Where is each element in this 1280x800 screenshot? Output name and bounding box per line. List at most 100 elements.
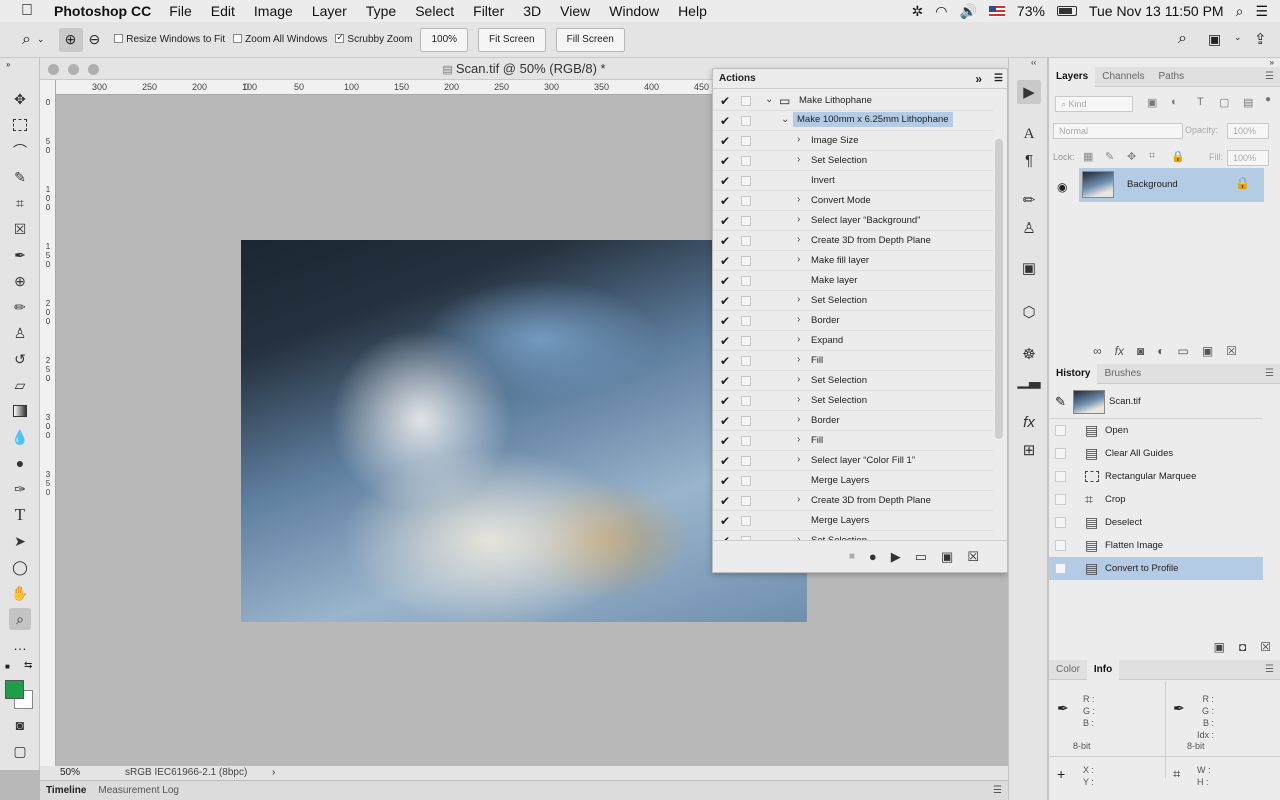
crop-tool-icon[interactable]: ⌗ — [9, 192, 31, 214]
volume-icon[interactable]: 🔊 — [959, 3, 976, 20]
tab-paths[interactable]: Paths — [1152, 67, 1192, 87]
dialog-toggle-box[interactable] — [741, 156, 751, 166]
collapse-panel-icon[interactable]: » — [975, 72, 982, 86]
history-item-selected[interactable]: ▤ Convert to Profile — [1049, 557, 1263, 580]
adjustment-layer-icon[interactable]: ◐ — [1157, 344, 1164, 358]
expand-chevron-right-icon[interactable]: › — [797, 434, 800, 445]
fit-screen-button[interactable]: Fit Screen — [478, 27, 546, 52]
toggle-check-icon[interactable]: ✔ — [720, 414, 730, 428]
dialog-toggle-box[interactable] — [741, 356, 751, 366]
battery-percent[interactable]: 73% — [1017, 3, 1045, 19]
hand-tool-icon[interactable]: ✋ — [9, 582, 31, 604]
new-action-icon[interactable]: ▣ — [941, 549, 953, 565]
expand-chevron-right-icon[interactable]: › — [797, 194, 800, 205]
zoom-value-field[interactable]: 100% — [420, 27, 469, 52]
toggle-check-icon[interactable]: ✔ — [720, 454, 730, 468]
search-icon[interactable]: ⌕ — [1178, 30, 1187, 48]
expand-chevron-right-icon[interactable]: › — [797, 494, 800, 505]
panel-menu-icon[interactable]: ☰ — [1258, 67, 1280, 87]
toggle-check-icon[interactable]: ✔ — [720, 314, 730, 328]
close-window-button[interactable] — [48, 64, 59, 75]
action-row[interactable]: ✔ Make layer — [713, 271, 993, 291]
3d-icon[interactable]: ⬡ — [1017, 300, 1041, 324]
move-tool-icon[interactable]: ✥ — [9, 88, 31, 110]
action-row[interactable]: ✔ › Select layer “Background” — [713, 211, 993, 231]
filter-smart-object-icon[interactable]: ▤ — [1243, 96, 1253, 109]
type-tool-icon[interactable]: T — [9, 504, 31, 526]
tab-color[interactable]: Color — [1049, 660, 1087, 680]
toggle-check-icon[interactable]: ✔ — [720, 494, 730, 508]
history-item[interactable]: ▤ Deselect — [1049, 511, 1263, 534]
collapse-icon[interactable]: » — [1270, 58, 1274, 67]
dialog-toggle-box[interactable] — [741, 236, 751, 246]
grid-icon[interactable]: ⊞ — [1017, 438, 1041, 462]
toggle-check-icon[interactable]: ✔ — [720, 234, 730, 248]
history-item[interactable]: ⌗ Crop — [1049, 488, 1263, 511]
expand-chevron-right-icon[interactable]: › — [797, 134, 800, 145]
status-chevron-icon[interactable]: › — [272, 766, 275, 780]
wifi-icon[interactable]: ◠ — [935, 3, 947, 20]
dialog-toggle-box[interactable] — [741, 496, 751, 506]
filter-adjustment-icon[interactable]: ◐ — [1171, 96, 1178, 108]
menu-image[interactable]: Image — [254, 3, 293, 19]
layer-row-background[interactable]: Background 🔒 — [1079, 168, 1264, 202]
toggle-check-icon[interactable]: ✔ — [720, 294, 730, 308]
visibility-eye-icon[interactable]: ◉ — [1057, 180, 1067, 194]
panel-menu-icon[interactable]: ☰ — [1258, 660, 1280, 680]
panel-menu-icon[interactable]: ☰ — [994, 73, 1003, 84]
history-brush-source-icon[interactable]: ✎ — [1055, 394, 1066, 410]
frame-tool-icon[interactable]: ☒ — [9, 218, 31, 240]
new-set-folder-icon[interactable]: ▭ — [915, 549, 927, 565]
dialog-toggle-box[interactable] — [741, 116, 751, 126]
toggle-check-icon[interactable]: ✔ — [720, 134, 730, 148]
action-row[interactable]: ✔ › Fill — [713, 431, 993, 451]
expand-chevron-down-icon[interactable]: ⌄ — [765, 94, 773, 105]
fill-field[interactable]: 100% — [1227, 150, 1269, 166]
toggle-check-icon[interactable]: ✔ — [720, 214, 730, 228]
lock-position-icon[interactable]: ✥ — [1127, 150, 1136, 163]
dialog-toggle-box[interactable] — [741, 516, 751, 526]
dialog-toggle-box[interactable] — [741, 296, 751, 306]
device-preview-icon[interactable]: ▣ — [1017, 256, 1041, 280]
eraser-tool-icon[interactable]: ▱ — [9, 374, 31, 396]
eyedropper-icon[interactable]: ✒ — [1173, 700, 1185, 717]
history-brush-tool-icon[interactable]: ↺ — [9, 348, 31, 370]
expand-chevron-right-icon[interactable]: › — [797, 314, 800, 325]
new-layer-icon[interactable]: ▣ — [1202, 344, 1213, 358]
action-row[interactable]: ✔ › Set Selection — [713, 291, 993, 311]
expand-chevron-right-icon[interactable]: › — [797, 334, 800, 345]
pen-tool-icon[interactable]: ✑ — [9, 478, 31, 500]
lock-transparent-icon[interactable]: ▦ — [1083, 150, 1093, 163]
status-profile[interactable]: sRGB IEC61966-2.1 (8bpc) — [125, 766, 247, 780]
character-icon[interactable]: A — [1017, 122, 1041, 146]
zoom-out-icon[interactable]: ⊖ — [89, 31, 101, 48]
action-row[interactable]: ✔ ⌄ ▭ Make Lithophane — [713, 91, 993, 111]
expand-chevron-right-icon[interactable]: › — [797, 214, 800, 225]
collapse-icon[interactable]: ‹‹ — [1031, 58, 1036, 67]
history-source-box[interactable] — [1055, 540, 1066, 551]
toggle-check-icon[interactable]: ✔ — [720, 434, 730, 448]
history-item[interactable]: Rectangular Marquee — [1049, 465, 1263, 488]
history-source-box[interactable] — [1055, 494, 1066, 505]
history-source-box[interactable] — [1055, 517, 1066, 528]
resize-windows-checkbox[interactable]: Resize Windows to Fit — [114, 33, 225, 45]
dialog-toggle-box[interactable] — [741, 176, 751, 186]
eyedropper-tool-icon[interactable]: ✒ — [9, 244, 31, 266]
scrubby-zoom-checkbox[interactable]: Scrubby Zoom — [335, 32, 412, 45]
action-row-selected[interactable]: ✔ ⌄ Make 100mm x 6.25mm Lithophane — [713, 111, 993, 131]
toggle-check-icon[interactable]: ✔ — [720, 254, 730, 268]
dialog-toggle-box[interactable] — [741, 316, 751, 326]
panel-menu-icon[interactable]: ☰ — [1258, 364, 1280, 384]
maximize-window-button[interactable] — [88, 64, 99, 75]
action-row[interactable]: ✔ › Create 3D from Depth Plane — [713, 231, 993, 251]
minimize-window-button[interactable] — [68, 64, 79, 75]
healing-brush-tool-icon[interactable]: ⊕ — [9, 270, 31, 292]
fill-screen-button[interactable]: Fill Screen — [555, 27, 625, 52]
dialog-toggle-box[interactable] — [741, 396, 751, 406]
gradient-tool-icon[interactable] — [9, 400, 31, 422]
toggle-check-icon[interactable]: ✔ — [720, 374, 730, 388]
expand-chevron-right-icon[interactable]: › — [797, 354, 800, 365]
bluetooth-icon[interactable]: ✲ — [912, 3, 924, 20]
tab-brushes[interactable]: Brushes — [1097, 364, 1148, 384]
blend-mode-dropdown[interactable]: Normal — [1053, 123, 1183, 139]
